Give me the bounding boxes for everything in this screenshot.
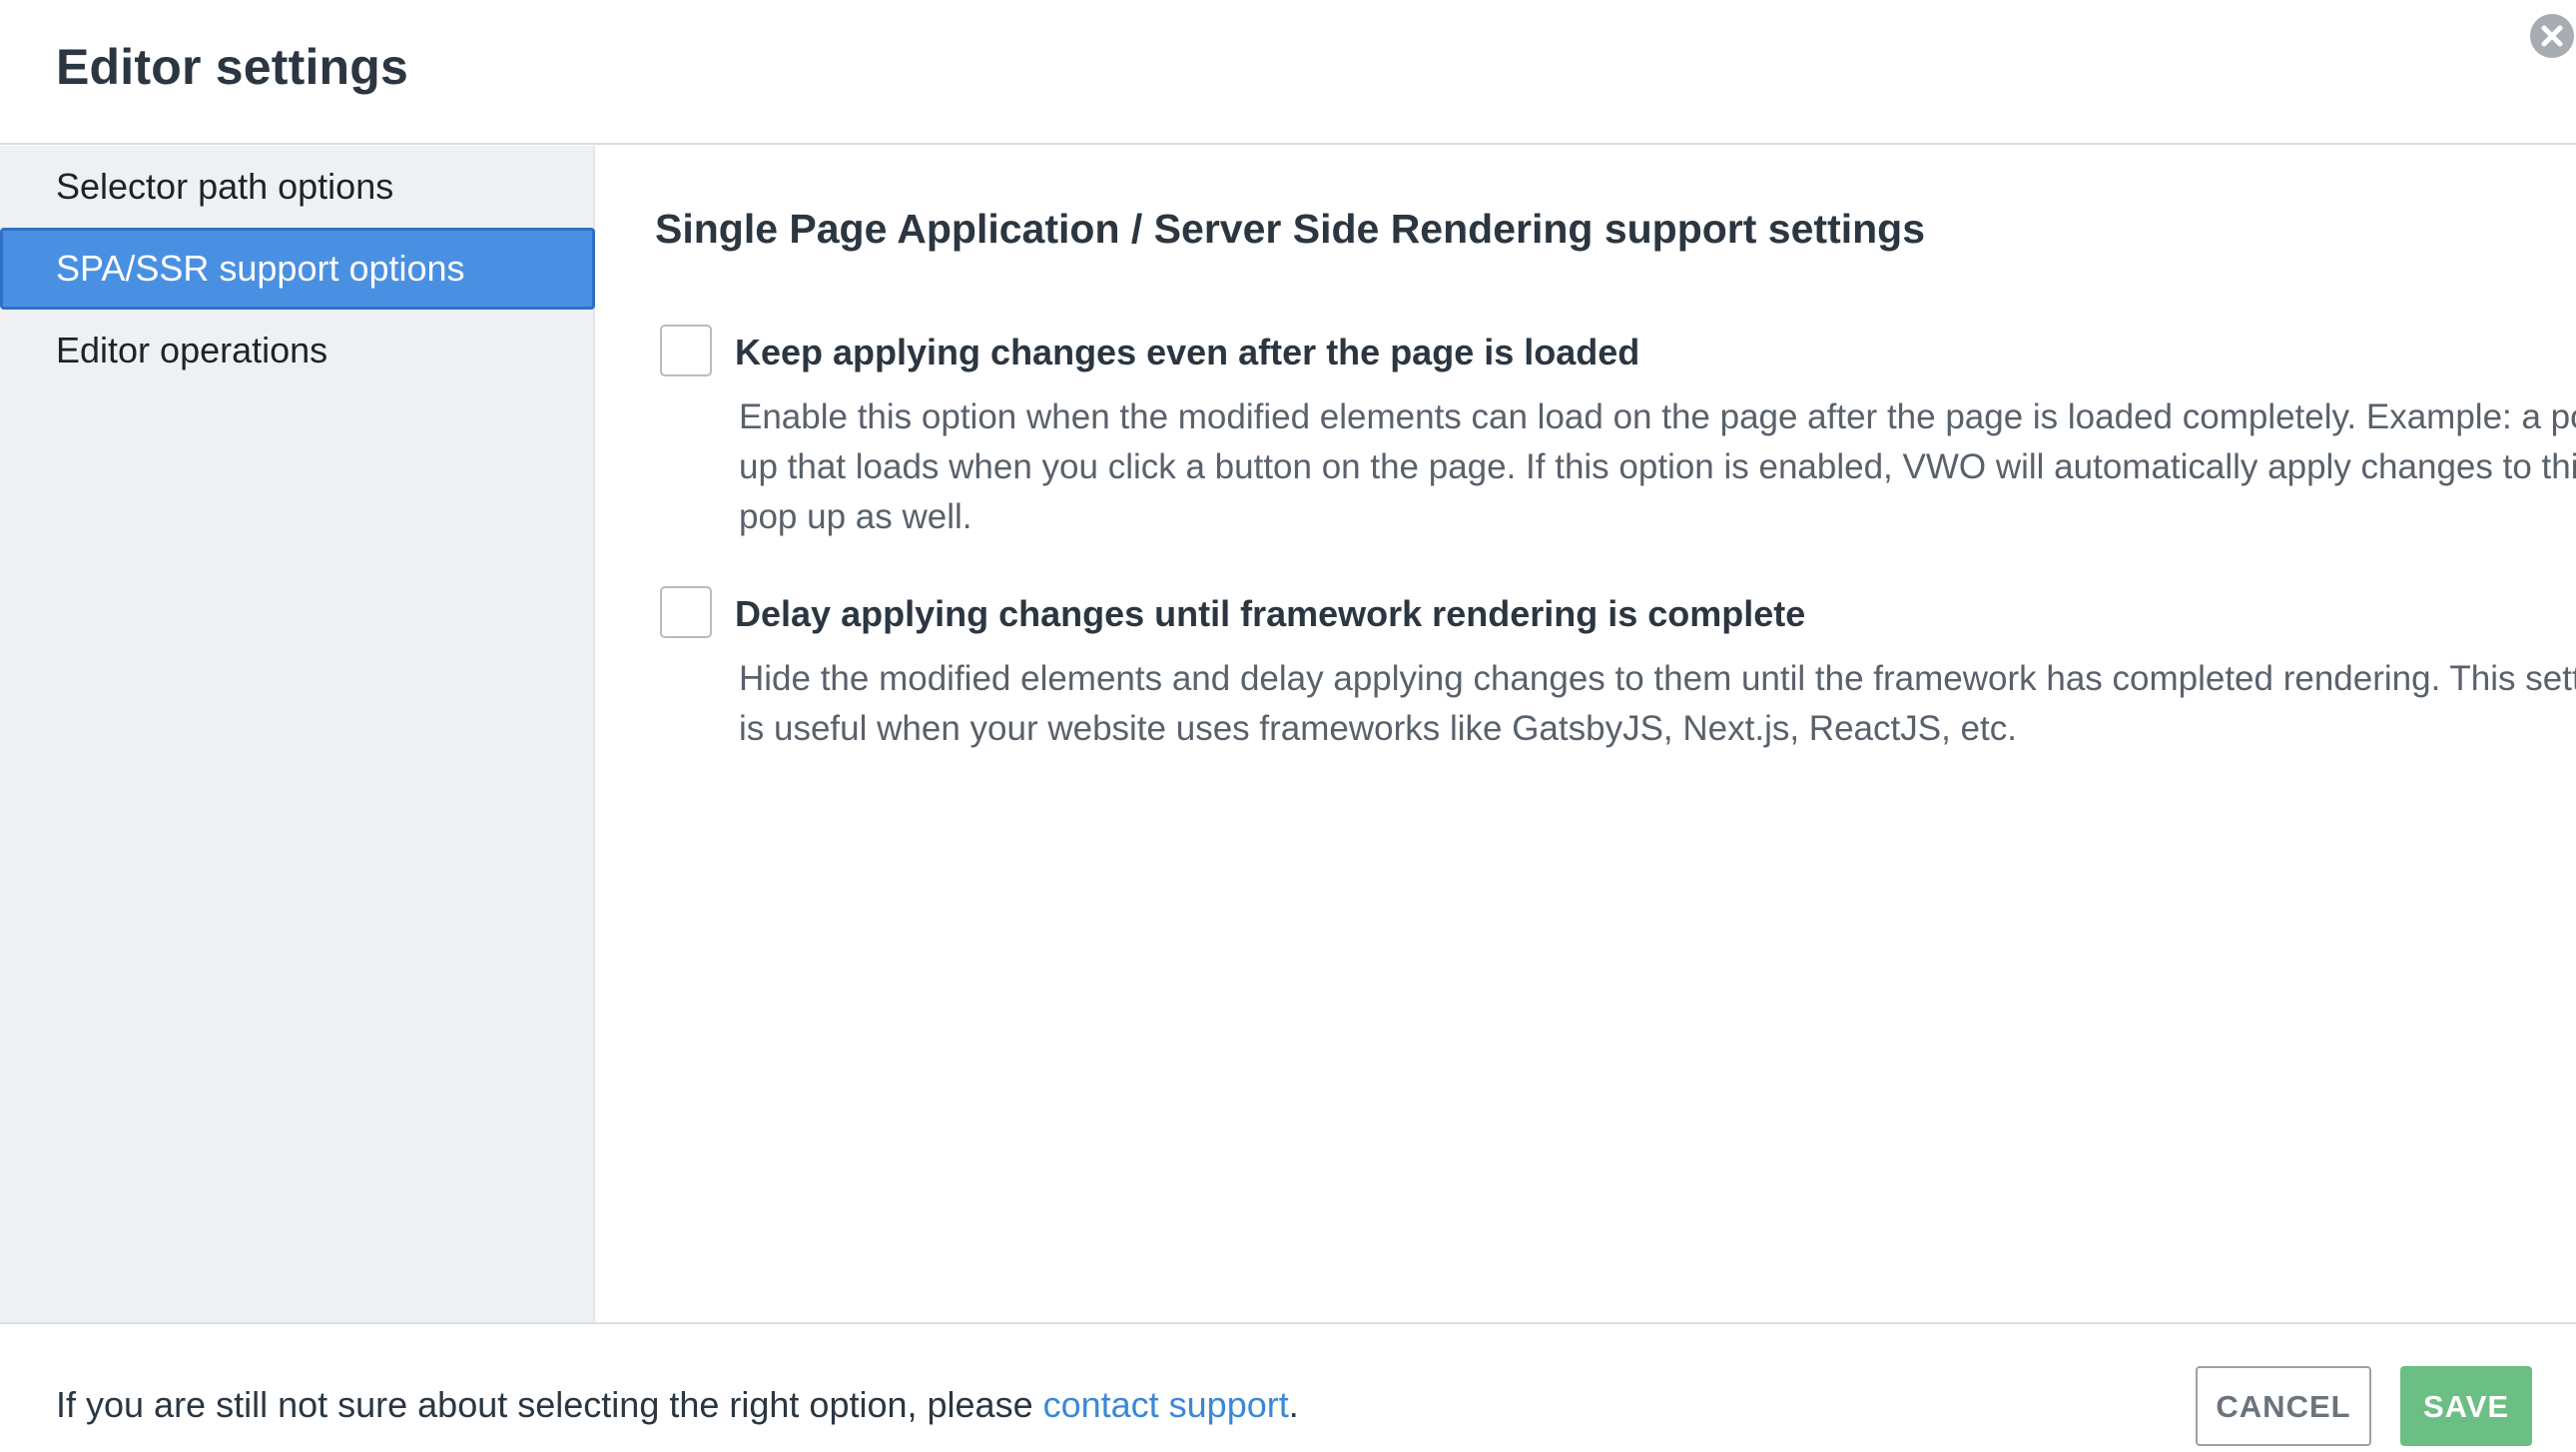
footer-help-text: If you are still not sure about selectin…	[56, 1384, 1299, 1426]
sidebar-item-label: Selector path options	[56, 166, 394, 207]
delay-applying-checkbox[interactable]	[660, 586, 712, 638]
close-icon	[2541, 25, 2563, 47]
delay-applying-label: Delay applying changes until framework r…	[735, 593, 1806, 634]
delay-applying-description: Hide the modified elements and delay app…	[739, 659, 2576, 748]
sidebar-item-label: SPA/SSR support options	[56, 248, 465, 289]
footer-help-text-after: .	[1288, 1384, 1299, 1425]
keep-applying-checkbox[interactable]	[660, 325, 712, 376]
dialog-title: Editor settings	[56, 39, 409, 95]
sidebar-item-spa-ssr-support-options[interactable]: SPA/SSR support options	[0, 228, 595, 310]
keep-applying-description: Enable this option when the modified ele…	[739, 397, 2576, 536]
sidebar-item-editor-operations[interactable]: Editor operations	[0, 310, 595, 391]
editor-settings-dialog: Editor settings Selector path options SP…	[0, 0, 2576, 1452]
sidebar-item-label: Editor operations	[56, 330, 328, 370]
section-title: Single Page Application / Server Side Re…	[655, 206, 1926, 252]
sidebar-item-selector-path-options[interactable]: Selector path options	[0, 146, 595, 228]
close-button[interactable]	[2530, 14, 2574, 58]
save-button[interactable]: SAVE	[2400, 1366, 2532, 1446]
settings-content: Single Page Application / Server Side Re…	[597, 146, 2576, 1322]
dialog-header: Editor settings	[0, 0, 2576, 145]
contact-support-link[interactable]: contact support	[1043, 1384, 1289, 1425]
footer-help-text-before: If you are still not sure about selectin…	[56, 1384, 1043, 1425]
dialog-footer: If you are still not sure about selectin…	[0, 1322, 2576, 1452]
keep-applying-label: Keep applying changes even after the pag…	[735, 332, 1640, 372]
settings-sidebar: Selector path options SPA/SSR support op…	[0, 146, 595, 1322]
cancel-button[interactable]: CANCEL	[2196, 1366, 2371, 1446]
